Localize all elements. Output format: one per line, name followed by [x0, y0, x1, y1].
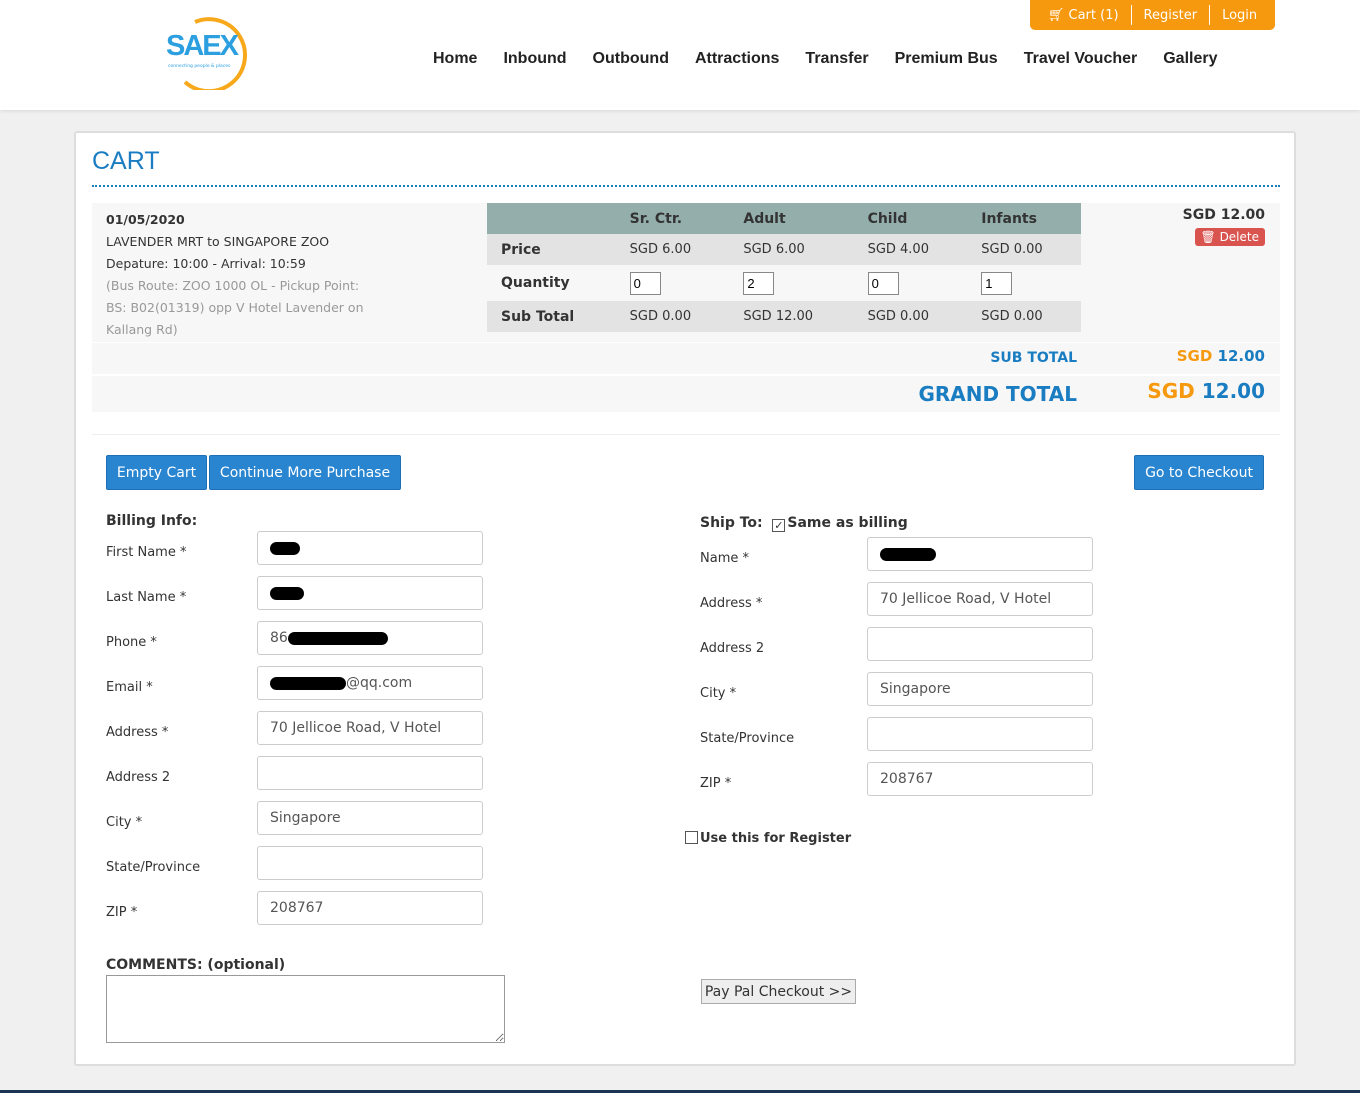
nav-attractions[interactable]: Attractions: [682, 50, 792, 68]
nav-inbound[interactable]: Inbound: [490, 50, 579, 68]
pricing-table: Sr. Ctr. Adult Child Infants Price SGD 6…: [487, 203, 1081, 332]
redacted-text: [270, 586, 304, 600]
login-link[interactable]: Login: [1222, 8, 1257, 23]
field-input[interactable]: 208767: [867, 762, 1093, 796]
delete-button[interactable]: 🗑︎ Delete: [1194, 228, 1265, 246]
field-input[interactable]: [257, 531, 483, 565]
item-details: (Bus Route: ZOO 1000 OL - Pickup Point: …: [106, 278, 364, 337]
item-times: Depature: 10:00 - Arrival: 10:59: [106, 256, 306, 271]
quantity-row: Quantity: [487, 265, 1081, 301]
nav-travel-voucher[interactable]: Travel Voucher: [1011, 50, 1151, 68]
field-label: City *: [106, 815, 143, 830]
field-label: Address *: [106, 725, 169, 740]
field-label: City *: [700, 686, 737, 701]
cart-panel: CART 01/05/2020 LAVENDER MRT to SINGAPOR…: [74, 131, 1296, 1066]
field-label: First Name *: [106, 545, 187, 560]
field-label: Address 2: [700, 641, 765, 656]
field-label: Address 2: [106, 770, 171, 785]
redacted-text: [270, 676, 346, 690]
nav-home[interactable]: Home: [420, 50, 490, 68]
field-input[interactable]: [867, 717, 1093, 751]
top-links: 🛒︎ Cart (1) Register Login: [1030, 0, 1275, 30]
nav-outbound[interactable]: Outbound: [580, 50, 682, 68]
divider: [92, 434, 1280, 435]
field-label: Address *: [700, 596, 763, 611]
redacted-text: [880, 547, 936, 561]
page-title: CART: [92, 147, 160, 175]
continue-purchase-button[interactable]: Continue More Purchase: [209, 455, 401, 490]
logo[interactable]: SAEX connecting people & places: [165, 16, 257, 94]
field-input[interactable]: 208767: [257, 891, 483, 925]
nav-gallery[interactable]: Gallery: [1150, 50, 1230, 68]
item-total: SGD 12.00: [1182, 207, 1265, 223]
billing-title: Billing Info:: [106, 513, 198, 529]
field-label: Name *: [700, 551, 749, 566]
sub-total-row: SUB TOTAL SGD 12.00: [92, 343, 1280, 374]
cart-link[interactable]: 🛒︎ Cart (1): [1048, 8, 1119, 23]
col-child: Child: [867, 210, 908, 227]
grand-total-row: GRAND TOTAL SGD 12.00: [92, 376, 1280, 412]
redacted-text: [287, 631, 388, 645]
field-input[interactable]: [257, 846, 483, 880]
field-label: State/Province: [700, 731, 795, 746]
qty-child-input[interactable]: [867, 271, 899, 295]
redacted-text: [270, 541, 300, 555]
field-input[interactable]: [867, 627, 1093, 661]
field-label: Email *: [106, 680, 153, 695]
col-infants: Infants: [981, 210, 1037, 227]
nav-transfer[interactable]: Transfer: [792, 50, 881, 68]
field-input[interactable]: @qq.com: [257, 666, 483, 700]
cart-icon: 🛒︎: [1047, 7, 1065, 23]
col-adult: Adult: [743, 210, 786, 227]
divider: [92, 185, 1280, 187]
nav-premium-bus[interactable]: Premium Bus: [882, 50, 1011, 68]
comments-label: COMMENTS: (optional): [106, 957, 286, 973]
comments-textarea[interactable]: [106, 975, 505, 1043]
field-input[interactable]: [257, 576, 483, 610]
cart-item: 01/05/2020 LAVENDER MRT to SINGAPORE ZOO…: [92, 203, 1280, 342]
price-row: Price SGD 6.00 SGD 6.00 SGD 4.00 SGD 0.0…: [487, 234, 1081, 265]
field-input[interactable]: Singapore: [867, 672, 1093, 706]
item-route: LAVENDER MRT to SINGAPORE ZOO: [106, 234, 330, 249]
ship-title: Ship To: ✓ Same as billing: [700, 515, 908, 532]
use-for-register-checkbox[interactable]: Use this for Register: [685, 831, 851, 846]
qty-sr-ctr-input[interactable]: [629, 271, 661, 295]
field-label: Phone *: [106, 635, 157, 650]
qty-adult-input[interactable]: [743, 271, 775, 295]
field-label: ZIP *: [700, 776, 732, 791]
checkout-button[interactable]: Go to Checkout: [1134, 455, 1264, 490]
main-nav: Home Inbound Outbound Attractions Transf…: [420, 50, 1231, 68]
checkbox-checked-icon: ✓: [772, 519, 786, 532]
field-input[interactable]: 70 Jellicoe Road, V Hotel: [867, 582, 1093, 616]
field-input[interactable]: 86: [257, 621, 483, 655]
paypal-checkout-button[interactable]: Pay Pal Checkout >>: [701, 979, 856, 1004]
site-header: SAEX connecting people & places 🛒︎ Cart …: [0, 0, 1360, 110]
same-as-billing-checkbox[interactable]: ✓ Same as billing: [772, 515, 908, 532]
subtotal-row: Sub Total SGD 0.00 SGD 12.00 SGD 0.00 SG…: [487, 301, 1081, 332]
field-input[interactable]: [867, 537, 1093, 571]
col-sr-ctr: Sr. Ctr.: [629, 210, 683, 227]
qty-infants-input[interactable]: [981, 271, 1013, 295]
field-label: Last Name *: [106, 590, 187, 605]
item-date: 01/05/2020: [106, 212, 185, 227]
field-label: State/Province: [106, 860, 201, 875]
field-input[interactable]: 70 Jellicoe Road, V Hotel: [257, 711, 483, 745]
empty-cart-button[interactable]: Empty Cart: [106, 455, 207, 490]
trash-icon: 🗑︎: [1200, 230, 1216, 244]
field-label: ZIP *: [106, 905, 138, 920]
field-input[interactable]: Singapore: [257, 801, 483, 835]
field-input[interactable]: [257, 756, 483, 790]
register-link[interactable]: Register: [1144, 8, 1198, 23]
